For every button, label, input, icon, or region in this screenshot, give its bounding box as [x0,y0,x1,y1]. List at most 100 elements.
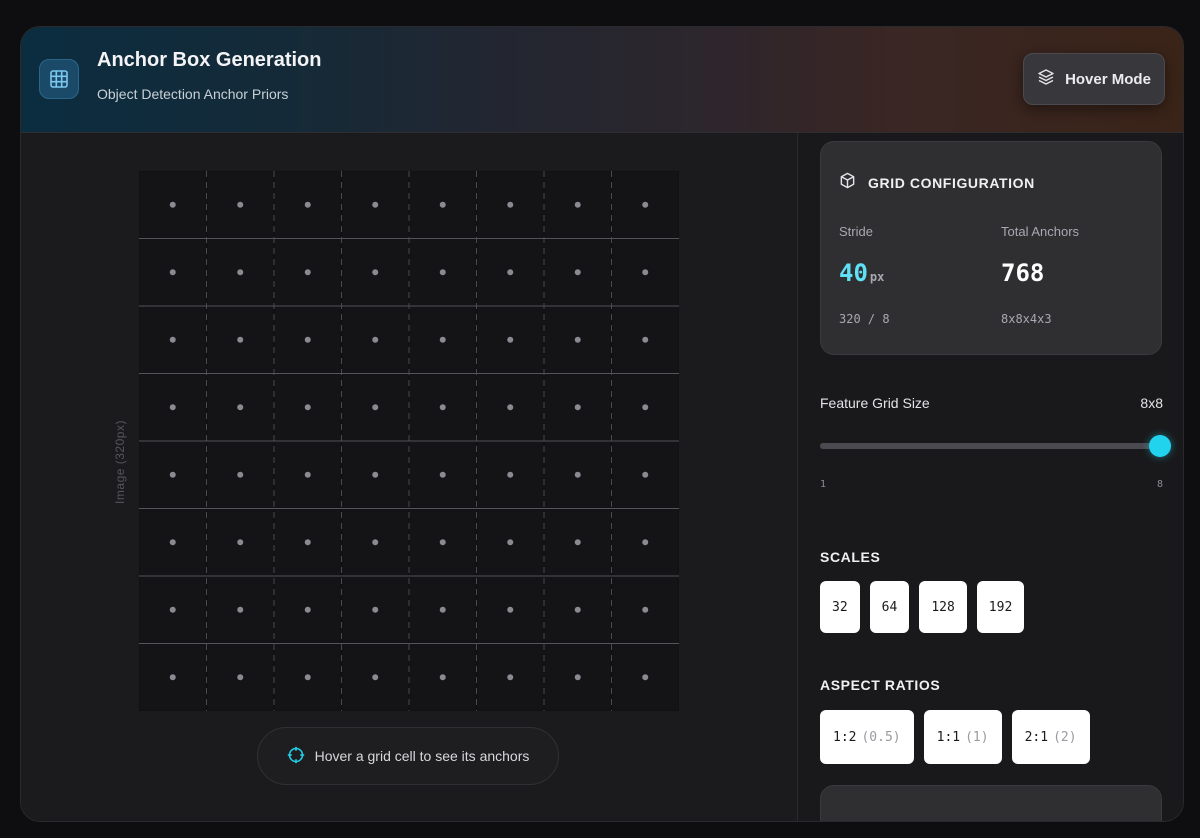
grid-cell[interactable] [342,644,409,711]
grid-cell[interactable] [275,509,341,576]
feature-grid [139,171,679,711]
grid-cell[interactable] [140,374,206,441]
grid-cell[interactable] [275,577,341,643]
grid-cell[interactable] [410,442,476,508]
grid-cell[interactable] [140,442,206,508]
anchor-center-dot [642,606,649,613]
grid-cell[interactable] [477,307,544,373]
grid-cell[interactable] [545,442,611,508]
page-title: Anchor Box Generation [97,49,322,71]
grid-cell[interactable] [140,239,206,306]
grid-cell[interactable] [545,509,611,576]
grid-cell[interactable] [207,307,274,373]
grid-cell[interactable] [207,239,274,306]
aspect-ratio-chip-2-1[interactable]: 2:1 (2) [1011,710,1090,764]
grid-cell[interactable] [342,509,409,576]
grid-cell[interactable] [275,644,341,711]
hover-mode-button[interactable]: Hover Mode [1023,53,1165,105]
grid-cell[interactable] [612,577,679,643]
scale-chip-32[interactable]: 32 [820,581,860,633]
grid-cell[interactable] [275,172,341,238]
anchor-center-dot [574,201,581,208]
aspect-ratio-chip-1-1[interactable]: 1:1 (1) [923,710,1002,764]
grid-cell[interactable] [477,172,544,238]
grid-cell[interactable] [545,644,611,711]
grid-cell[interactable] [342,577,409,643]
grid-cell[interactable] [140,577,206,643]
grid-cell[interactable] [207,374,274,441]
grid-cell[interactable] [410,509,476,576]
grid-cell[interactable] [612,442,679,508]
grid-cell[interactable] [612,239,679,306]
grid-cell[interactable] [477,442,544,508]
grid-cell[interactable] [410,239,476,306]
anchor-center-dot [237,471,244,478]
anchor-center-dot [574,606,581,613]
grid-cell[interactable] [275,374,341,441]
grid-cell[interactable] [612,307,679,373]
grid-cell[interactable] [477,644,544,711]
grid-cell[interactable] [207,172,274,238]
grid-cell[interactable] [207,644,274,711]
grid-cell[interactable] [342,442,409,508]
anchor-center-dot [237,336,244,343]
grid-cell[interactable] [342,239,409,306]
settings-panel: GRID CONFIGURATION Stride 40 px 320 / 8 T… [797,133,1183,821]
stride-unit: px [869,270,885,284]
anchor-center-dot [642,539,649,546]
grid-cell[interactable] [207,442,274,508]
grid-cell[interactable] [140,172,206,238]
grid-cell[interactable] [612,509,679,576]
anchor-center-dot [574,471,581,478]
grid-cell[interactable] [140,307,206,373]
scale-chip-128[interactable]: 128 [919,581,967,633]
grid-cell[interactable] [477,577,544,643]
anchor-center-dot [574,269,581,276]
grid-cell[interactable] [410,577,476,643]
grid-cell[interactable] [410,374,476,441]
stride-formula: 320 / 8 [839,312,890,326]
grid-cell[interactable] [275,442,341,508]
anchor-center-dot [169,269,176,276]
grid-size-slider[interactable] [820,435,1171,457]
grid-cell[interactable] [342,374,409,441]
grid-cell[interactable] [545,577,611,643]
grid-cell[interactable] [207,577,274,643]
grid-size-slider-thumb[interactable] [1149,435,1171,457]
anchor-center-dot [642,201,649,208]
header: Anchor Box Generation Object Detection A… [21,27,1183,133]
grid-cell[interactable] [612,172,679,238]
grid-cell[interactable] [545,307,611,373]
scales-title: SCALES [820,549,881,565]
grid-cell[interactable] [545,374,611,441]
grid-cell[interactable] [275,307,341,373]
grid-cell[interactable] [612,644,679,711]
grid-cell[interactable] [207,509,274,576]
scale-chip-192[interactable]: 192 [976,581,1025,633]
grid-cell[interactable] [342,172,409,238]
grid-cell[interactable] [477,374,544,441]
aspect-ratio-chip-1-2[interactable]: 1:2 (0.5) [820,710,914,764]
grid-cell[interactable] [410,307,476,373]
anchor-center-dot [304,674,311,681]
grid-cell[interactable] [545,172,611,238]
grid-cell[interactable] [342,307,409,373]
anchor-center-dot [507,606,514,613]
anchor-center-dot [304,404,311,411]
grid-configuration-title: GRID CONFIGURATION [868,175,1035,191]
grid-cell[interactable] [275,239,341,306]
slider-min-label: 1 [820,479,827,490]
anchor-center-dot [169,404,176,411]
grid-cell[interactable] [477,509,544,576]
cube-icon [839,172,856,194]
grid-cell[interactable] [477,239,544,306]
anchor-center-dot [304,471,311,478]
grid-cell[interactable] [140,509,206,576]
scales-list: 32 64 128 192 [820,581,1025,633]
grid-cell[interactable] [545,239,611,306]
grid-cell[interactable] [612,374,679,441]
grid-cell[interactable] [140,644,206,711]
scale-chip-64[interactable]: 64 [869,581,910,633]
grid-cell[interactable] [410,172,476,238]
grid-cell[interactable] [410,644,476,711]
